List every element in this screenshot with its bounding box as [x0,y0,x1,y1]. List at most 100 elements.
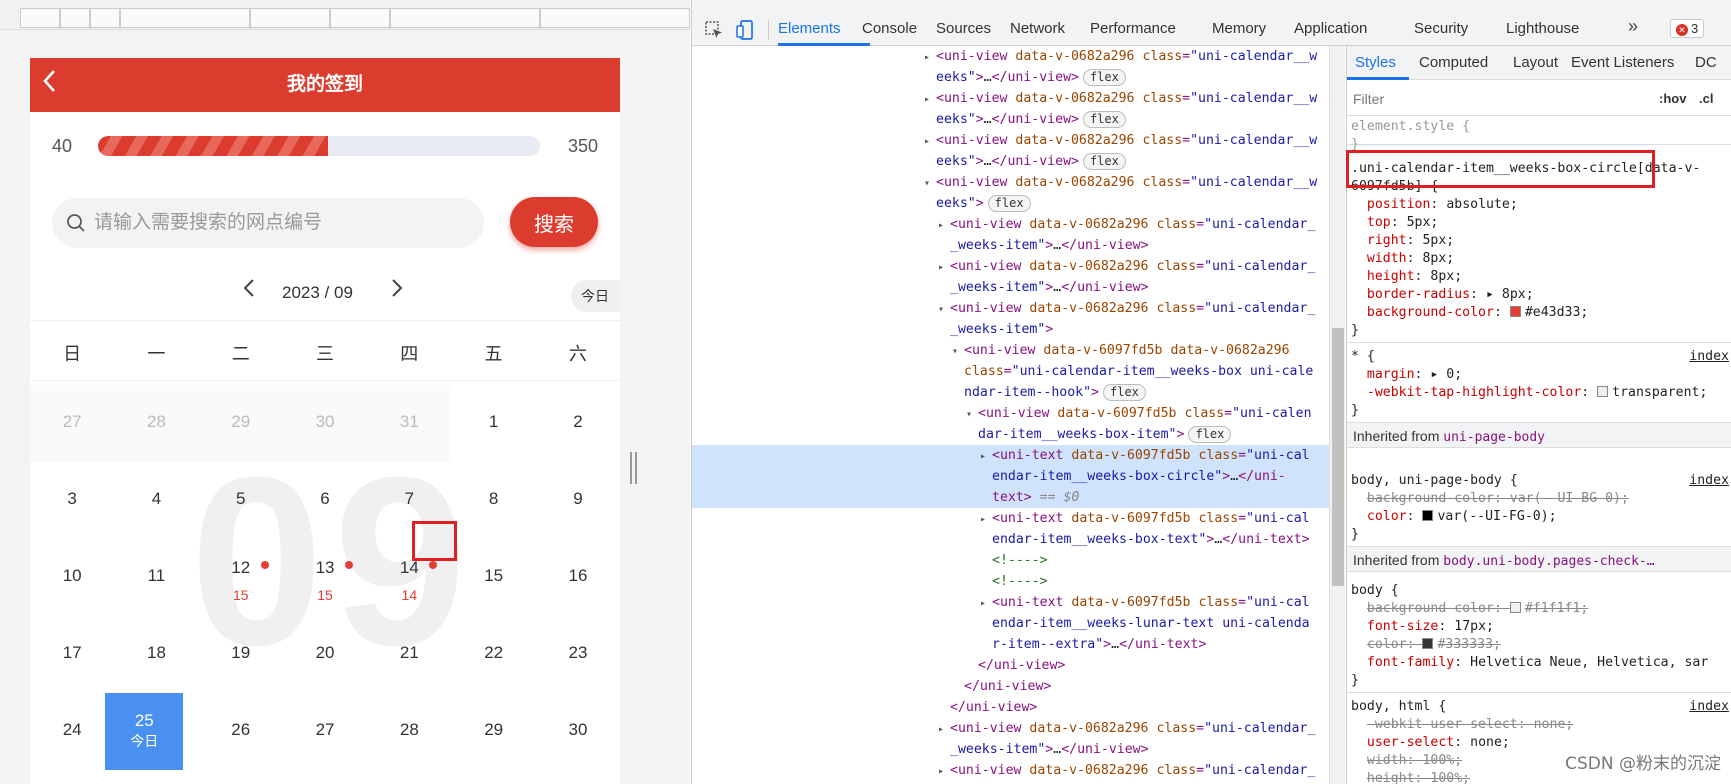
calendar-day[interactable]: 8 [452,462,536,539]
calendar-day[interactable]: 10 [30,539,114,616]
dom-node-line[interactable]: ▾ <uni-view data-v-0682a296 class="uni-ca… [692,172,1329,193]
dom-node-line[interactable]: endar-item__weeks-box-text">…</uni-text> [692,529,1329,550]
error-badge[interactable]: ✕ 3 [1670,19,1705,38]
calendar-day[interactable]: 17 [30,616,114,693]
calendar-day[interactable]: 19 [199,616,283,693]
toolbar-cell[interactable] [390,8,540,28]
next-month-icon[interactable] [390,276,404,307]
dom-node-line[interactable]: ▸ <uni-view data-v-0682a296 class="uni-ca… [692,214,1329,235]
calendar-day[interactable]: 31 [367,385,452,462]
calendar-day[interactable]: 22 [452,616,536,693]
calendar-day[interactable]: 24 [30,693,114,770]
toolbar-cell[interactable] [330,8,390,28]
dom-node-line[interactable]: ▸ <uni-text data-v-6097fd5b class="uni-ca… [692,508,1329,529]
css-rule-line[interactable]: background-color: var(--UI-BG-0); [1351,490,1731,508]
toolbar-cell[interactable] [540,8,690,28]
css-rule-line[interactable]: font-family: Helvetica Neue, Helvetica, … [1351,654,1731,672]
calendar-day-today[interactable]: 25 今日 [105,693,184,770]
dom-node-line[interactable]: eeks">…</uni-view> flex [692,151,1329,172]
css-rule-line[interactable]: font-size: 17px; [1351,618,1731,636]
subtab-dc[interactable]: DC [1695,54,1717,71]
calendar-day[interactable]: 5 [199,462,283,539]
prev-month-icon[interactable] [242,276,256,307]
tab-memory[interactable]: Memory [1212,20,1266,37]
subtab-styles[interactable]: Styles [1355,54,1396,71]
subtab-layout[interactable]: Layout [1513,54,1558,71]
inspect-element-icon[interactable] [704,20,724,40]
dom-node-line[interactable]: r-item--extra">…</uni-text> [692,634,1329,655]
expand-triangle-icon[interactable]: ▸ [938,257,950,278]
dom-node-line[interactable]: endar-item__weeks-lunar-text uni-calenda [692,613,1329,634]
css-rule-line[interactable]: width: 8px; [1351,250,1731,268]
subtab-computed[interactable]: Computed [1419,54,1488,71]
scrollbar-thumb[interactable] [1332,328,1344,586]
css-rule-line[interactable]: * {index [1351,348,1731,366]
css-rule-line[interactable]: body { [1351,582,1731,600]
calendar-day[interactable]: 2 [536,385,620,462]
calendar-day[interactable]: 4 [114,462,198,539]
css-rule-line[interactable]: body, html {index [1351,698,1731,716]
expand-triangle-icon[interactable]: ▾ [924,173,936,194]
tab-performance[interactable]: Performance [1090,20,1176,37]
toolbar-cell[interactable] [250,8,330,28]
tab-elements[interactable]: Elements [778,20,841,37]
expand-triangle-icon[interactable]: ▾ [966,404,978,425]
css-rule-line[interactable]: } [1351,672,1731,690]
dom-node-line[interactable]: _weeks-item"> [692,319,1329,340]
today-button[interactable]: 今日 [571,280,620,312]
calendar-day[interactable]: 13 15 [283,539,367,616]
calendar-day[interactable]: 23 [536,616,620,693]
calendar-day[interactable]: 26 [199,693,283,770]
calendar-day[interactable]: 29 [452,693,536,770]
tab-application[interactable]: Application [1294,20,1367,37]
dom-node-line[interactable]: _weeks-item">…</uni-view> [692,739,1329,760]
dom-node-line[interactable]: ▾ <uni-view data-v-6097fd5b class="uni-ca… [692,403,1329,424]
calendar-day[interactable]: 3 [30,462,114,539]
calendar-day[interactable]: 9 [536,462,620,539]
css-rule-line[interactable]: top: 5px; [1351,214,1731,232]
calendar-day[interactable]: 30 [536,693,620,770]
search-input[interactable] [94,198,474,248]
expand-triangle-icon[interactable]: ▸ [924,89,936,110]
css-rule-line[interactable]: -webkit-tap-highlight-color: transparent… [1351,384,1731,402]
dom-node-line[interactable]: ▸ <uni-view data-v-0682a296 class="uni-ca… [692,760,1329,781]
inherited-target[interactable]: uni-page-body [1443,430,1545,445]
calendar-day[interactable]: 1 [452,385,536,462]
dom-node-line[interactable]: dar-item__weeks-box-item"> flex [692,424,1329,445]
expand-triangle-icon[interactable]: ▾ [938,299,950,320]
dom-node-line[interactable]: endar-item__weeks-box-circle">…</uni- [692,466,1329,487]
calendar-day[interactable]: 28 [114,385,199,462]
calendar-day[interactable]: 6 [283,462,367,539]
toolbar-cell[interactable] [60,8,90,28]
expand-triangle-icon[interactable]: ▾ [952,341,964,362]
tab-console[interactable]: Console [862,20,917,37]
dom-node-line[interactable]: ndar-item--hook"> flex [692,382,1329,403]
calendar-day[interactable]: 21 [367,616,451,693]
expand-triangle-icon[interactable]: ▸ [924,47,936,68]
dom-node-line[interactable]: ▸ <uni-view data-v-0682a296 class="uni-ca… [692,256,1329,277]
dom-node-line[interactable]: class="uni-calendar-item__weeks-box uni-… [692,361,1329,382]
dom-node-line[interactable]: ▸ <uni-text data-v-6097fd5b class="uni-ca… [692,592,1329,613]
dom-node-line[interactable]: ▸ <uni-view data-v-0682a296 class="uni-ca… [692,718,1329,739]
search-button[interactable]: 搜索 [510,197,598,247]
expand-triangle-icon[interactable]: ▸ [938,719,950,740]
tab-lighthouse[interactable]: Lighthouse [1506,20,1579,37]
dom-node-line[interactable]: <!----> [692,571,1329,592]
dom-node-line[interactable]: </uni-view> [692,676,1329,697]
dom-node-line[interactable]: ▾ <uni-view data-v-0682a296 class="uni-ca… [692,298,1329,319]
calendar-day[interactable]: 30 [282,385,368,462]
toolbar-cell[interactable] [120,8,250,28]
tab-security[interactable]: Security [1414,20,1468,37]
css-rule-line[interactable]: -webkit-user-select: none; [1351,716,1731,734]
dom-node-line[interactable]: </uni-view> [692,697,1329,718]
subtab-event-listeners[interactable]: Event Listeners [1571,54,1674,71]
dom-node-line[interactable]: </uni-view> [692,655,1329,676]
css-rule-line[interactable]: background-color: #e43d33; [1351,304,1731,322]
dom-node-line[interactable]: ▸ <uni-view data-v-0682a296 class="uni-ca… [692,46,1329,67]
tab-sources[interactable]: Sources [936,20,991,37]
calendar-day[interactable]: 29 [198,385,283,462]
calendar-day[interactable]: 27 [283,693,367,770]
tab-network[interactable]: Network [1010,20,1065,37]
resize-handle[interactable] [630,452,637,484]
calendar-day[interactable]: 18 [114,616,198,693]
